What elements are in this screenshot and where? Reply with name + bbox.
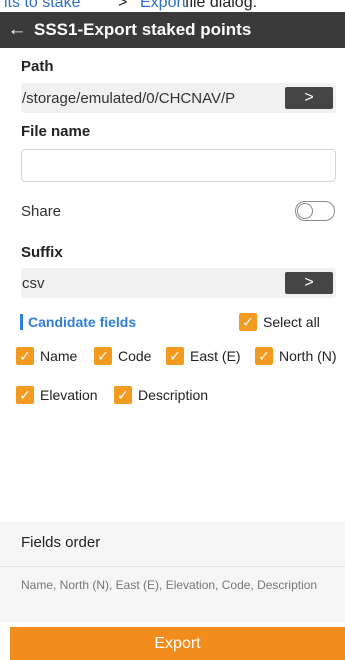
field-label-east: East (E) (190, 348, 241, 364)
export-button[interactable]: Export (10, 627, 345, 660)
caption-link-stake[interactable]: its to stake (4, 0, 80, 12)
field-checkbox-code[interactable]: ✓ Code (94, 347, 151, 365)
field-checkbox-east[interactable]: ✓ East (E) (166, 347, 241, 365)
fields-order-label: Fields order (21, 534, 101, 551)
chevron-right-icon: > (304, 274, 314, 291)
checkmark-icon: ✓ (114, 386, 132, 404)
file-name-label: File name (21, 123, 91, 140)
field-checkbox-north[interactable]: ✓ North (N) (255, 347, 337, 365)
field-label-description: Description (138, 387, 209, 403)
checkmark-icon: ✓ (16, 347, 34, 365)
divider (0, 566, 345, 567)
checkmark-icon: ✓ (255, 347, 273, 365)
field-label-code: Code (118, 348, 152, 364)
toggle-knob (297, 203, 313, 219)
caption-strip: its to stake > Export file dialog. (0, 0, 345, 12)
suffix-value: csv (22, 274, 45, 292)
section-marker (20, 314, 23, 330)
candidate-fields-label: Candidate fields (28, 314, 137, 330)
checkmark-icon: ✓ (166, 347, 184, 365)
select-all-label: Select all (263, 314, 320, 330)
checkmark-icon: ✓ (94, 347, 112, 365)
back-arrow-icon[interactable]: ← (0, 12, 34, 48)
chevron-right-icon: > (304, 89, 314, 106)
share-toggle[interactable] (295, 201, 335, 221)
field-checkbox-name[interactable]: ✓ Name (16, 347, 77, 365)
share-label: Share (21, 203, 62, 220)
field-checkbox-description[interactable]: ✓ Description (114, 386, 208, 404)
field-label-name: Name (40, 348, 78, 364)
fields-order-panel: Fields order Name, North (N), East (E), … (0, 522, 345, 622)
page-title: SSS1-Export staked points (34, 20, 252, 39)
suffix-field[interactable]: csv > (21, 268, 336, 298)
checkmark-icon: ✓ (239, 313, 257, 331)
caption-suffix-text: file dialog. (185, 0, 258, 11)
field-label-elevation: Elevation (40, 387, 98, 403)
file-name-input[interactable] (21, 149, 336, 182)
title-bar: ← SSS1-Export staked points (0, 12, 345, 48)
suffix-label: Suffix (21, 244, 63, 261)
path-value: /storage/emulated/0/CHCNAV/P (22, 89, 236, 107)
field-label-north: North (N) (279, 348, 337, 364)
select-all-checkbox[interactable]: ✓ Select all (239, 313, 320, 331)
fields-order-value: Name, North (N), East (E), Elevation, Co… (21, 578, 318, 592)
caption-link-export[interactable]: Export (140, 0, 186, 12)
path-label: Path (21, 58, 54, 75)
path-browse-button[interactable]: > (285, 87, 333, 109)
caption-separator: > (118, 0, 128, 11)
suffix-select-button[interactable]: > (285, 272, 333, 294)
checkmark-icon: ✓ (16, 386, 34, 404)
path-field[interactable]: /storage/emulated/0/CHCNAV/P > (21, 83, 336, 113)
field-checkbox-elevation[interactable]: ✓ Elevation (16, 386, 98, 404)
